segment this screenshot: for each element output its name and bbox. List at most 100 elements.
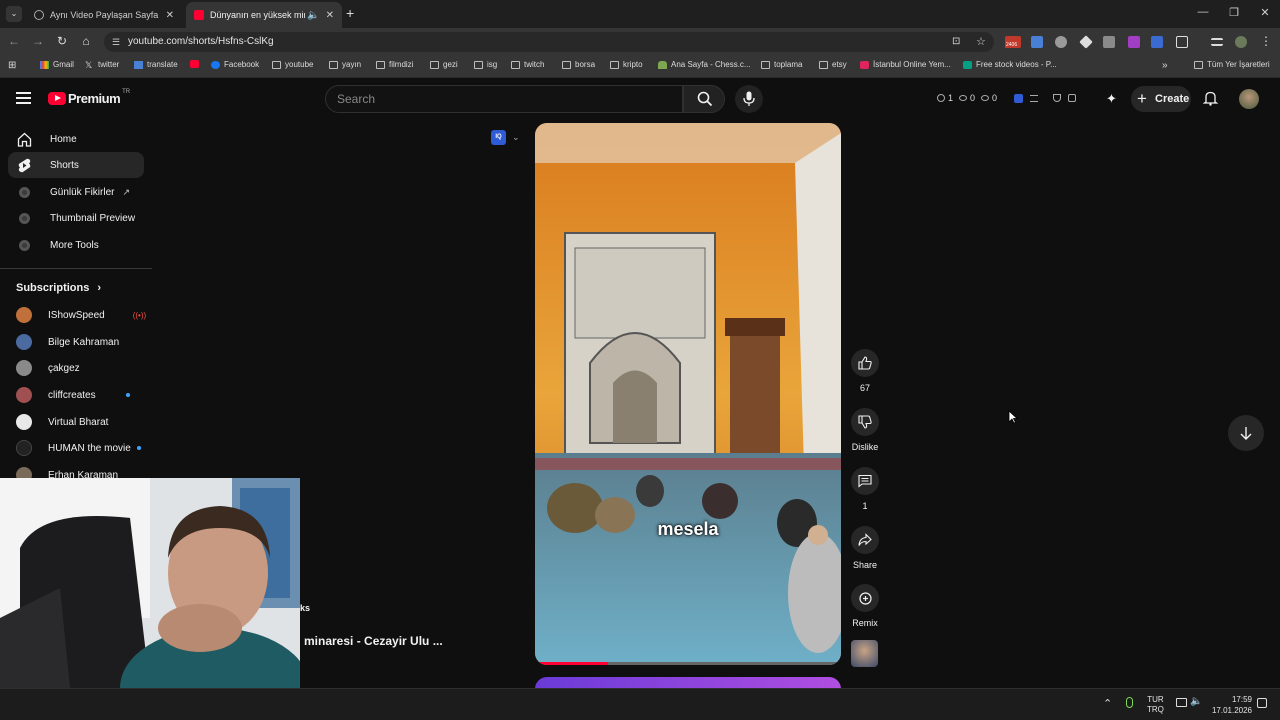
bookmark-yemeksepeti[interactable]: İstanbul Online Yem... bbox=[860, 60, 951, 69]
share-button[interactable]: Share bbox=[846, 526, 884, 570]
new-tab-button[interactable]: + bbox=[346, 5, 354, 21]
bookmark-folder-toplama[interactable]: toplama bbox=[761, 60, 802, 69]
clock[interactable]: 17:59 17.01.2026 bbox=[1210, 694, 1252, 716]
bookmark-folder-yayin[interactable]: yayın bbox=[329, 60, 361, 69]
hamburger-menu-icon[interactable] bbox=[16, 92, 31, 104]
folder-icon bbox=[329, 60, 338, 69]
browser-tab[interactable]: Aynı Video Paylaşan Sayfa ✕ bbox=[26, 2, 182, 28]
trophy-icon[interactable] bbox=[1053, 94, 1062, 102]
translate-ext-icon[interactable] bbox=[1031, 36, 1043, 48]
bookmark-pexels[interactable]: Free stock videos - P... bbox=[963, 60, 1057, 69]
list-icon[interactable] bbox=[1030, 94, 1039, 102]
purple-ext-icon[interactable] bbox=[1128, 36, 1140, 48]
subscriptions-heading[interactable]: Subscriptions › bbox=[16, 282, 101, 294]
forward-icon[interactable]: → bbox=[30, 34, 46, 48]
mic-icon bbox=[743, 91, 755, 106]
account-avatar[interactable] bbox=[1239, 89, 1259, 109]
circle-ext-icon[interactable] bbox=[1055, 36, 1067, 48]
channel-avatar[interactable] bbox=[851, 640, 878, 667]
apps-icon[interactable]: ⊞ bbox=[8, 60, 16, 71]
subscription-item[interactable]: IShowSpeed ((•)) bbox=[16, 305, 146, 325]
subscription-item[interactable]: cliffcreates bbox=[16, 385, 130, 405]
input-language[interactable]: TUR TRQ bbox=[1147, 695, 1164, 715]
notification-center-icon[interactable] bbox=[1257, 698, 1267, 708]
youtube-logo[interactable]: Premium TR bbox=[48, 89, 130, 106]
new-content-dot bbox=[125, 393, 130, 397]
badge-icon[interactable] bbox=[1068, 94, 1077, 102]
sidebar-item-shorts[interactable]: Shorts bbox=[8, 152, 144, 178]
comments-button[interactable]: 1 bbox=[846, 467, 884, 511]
sparkle-icon[interactable]: ✦ bbox=[1106, 91, 1117, 107]
bookmark-translate[interactable]: translate bbox=[134, 60, 178, 69]
create-button[interactable]: + Create bbox=[1131, 86, 1191, 112]
url-input[interactable]: ☰ youtube.com/shorts/Hsfns-CslKg ⊡ ☆ bbox=[104, 32, 994, 52]
browser-tab-active[interactable]: Dünyanın en yüksek minare 🔈 ✕ bbox=[186, 2, 342, 28]
reload-icon[interactable]: ↻ bbox=[54, 34, 70, 48]
bookmark-chess[interactable]: Ana Sayfa - Chess.c... bbox=[658, 60, 751, 69]
audio-ext-icon[interactable] bbox=[1151, 36, 1163, 48]
all-bookmarks[interactable]: Tüm Yer İşaretleri bbox=[1194, 60, 1270, 69]
bookmark-folder-filmdizi[interactable]: filmdizi bbox=[376, 60, 413, 69]
more-bookmarks-icon[interactable]: » bbox=[1162, 60, 1168, 71]
chevron-up-icon[interactable]: ⌃ bbox=[1103, 697, 1112, 710]
subscription-item[interactable]: HUMAN the movie bbox=[16, 438, 141, 458]
vidiq-short-badge[interactable]: IQ ⌄ bbox=[491, 130, 520, 145]
bookmark-twitter[interactable]: 𝕏twitter bbox=[85, 60, 119, 69]
vidiq-icon[interactable] bbox=[1014, 93, 1024, 103]
next-short-button[interactable] bbox=[1228, 415, 1264, 451]
bookmark-folder-gezi[interactable]: gezi bbox=[430, 60, 458, 69]
bookmark-folder-kripto[interactable]: kripto bbox=[610, 60, 643, 69]
back-icon[interactable]: ← bbox=[6, 34, 22, 48]
bookmark-folder-borsa[interactable]: borsa bbox=[562, 60, 595, 69]
diamond-ext-icon[interactable] bbox=[1079, 35, 1093, 49]
menu-dots-icon[interactable]: ⋮ bbox=[1258, 34, 1274, 48]
microphone-tray-icon[interactable] bbox=[1126, 697, 1133, 708]
close-tab-icon[interactable]: ✕ bbox=[166, 10, 174, 21]
subscription-item[interactable]: çakgez bbox=[16, 358, 80, 378]
progress-bar[interactable] bbox=[535, 662, 841, 665]
volume-icon[interactable]: 🔈 bbox=[1190, 696, 1202, 707]
puzzle-icon[interactable] bbox=[1176, 36, 1188, 48]
sidebar-item-more-tools[interactable]: More Tools bbox=[8, 232, 144, 258]
speaker-icon[interactable]: 🔈 bbox=[307, 10, 319, 21]
tab-list-button[interactable]: ⌄ bbox=[6, 6, 22, 22]
subscription-item[interactable]: Virtual Bharat bbox=[16, 412, 108, 432]
bookmark-star-icon[interactable]: ☆ bbox=[976, 32, 986, 52]
site-info-icon[interactable]: ☰ bbox=[112, 32, 120, 52]
glasses-ext-icon[interactable] bbox=[1103, 36, 1115, 48]
remix-button[interactable]: Remix bbox=[846, 584, 884, 628]
profile-avatar-icon[interactable] bbox=[1235, 36, 1247, 48]
shorts-icon bbox=[16, 157, 32, 173]
address-bar-row: ← → ↻ ⌂ ☰ youtube.com/shorts/Hsfns-CslKg… bbox=[0, 28, 1280, 56]
dislike-button[interactable]: Dislike bbox=[846, 408, 884, 452]
bookmark-folder-isg[interactable]: isg bbox=[474, 60, 497, 69]
bookmark-youtube-icon[interactable] bbox=[190, 60, 203, 68]
install-icon[interactable]: ⊡ bbox=[952, 32, 960, 52]
short-title[interactable]: minaresi - Cezayir Ulu ... bbox=[304, 634, 443, 648]
bookmark-facebook[interactable]: Facebook bbox=[211, 60, 259, 69]
search-input[interactable]: Search bbox=[325, 85, 683, 113]
sidebar-item-home[interactable]: Home bbox=[8, 126, 144, 152]
comment-icon bbox=[851, 467, 879, 495]
subscription-item[interactable]: Bilge Kahraman bbox=[16, 332, 119, 352]
voice-search-button[interactable] bbox=[735, 85, 763, 113]
short-video-player[interactable]: mesela bbox=[535, 123, 841, 665]
restore-icon[interactable]: ❐ bbox=[1226, 6, 1242, 19]
minimize-icon[interactable]: — bbox=[1195, 6, 1211, 18]
close-tab-icon[interactable]: ✕ bbox=[326, 10, 334, 21]
like-button[interactable]: 67 bbox=[846, 349, 884, 393]
network-icon[interactable] bbox=[1176, 698, 1187, 707]
sidebar-item-gunluk-fikirler[interactable]: Günlük Fikirler ↗ bbox=[8, 179, 144, 205]
home-browser-icon[interactable]: ⌂ bbox=[78, 34, 94, 48]
bookmark-folder-youtube[interactable]: youtube bbox=[272, 60, 313, 69]
extension-badge-icon[interactable]: 2406 bbox=[1005, 36, 1021, 48]
close-window-icon[interactable]: ✕ bbox=[1257, 6, 1273, 19]
search-button[interactable] bbox=[683, 85, 725, 113]
notifications-bell-icon[interactable] bbox=[1202, 90, 1219, 111]
sidebar-item-thumbnail-preview[interactable]: Thumbnail Preview bbox=[8, 205, 144, 231]
bookmark-folder-twitch[interactable]: twitch bbox=[511, 60, 544, 69]
bookmark-folder-etsy[interactable]: etsy bbox=[819, 60, 847, 69]
stats-ext-bar: 1 0 0 bbox=[937, 93, 1077, 103]
bookmark-gmail[interactable]: Gmail bbox=[40, 60, 74, 69]
media-icon[interactable] bbox=[1211, 38, 1223, 46]
